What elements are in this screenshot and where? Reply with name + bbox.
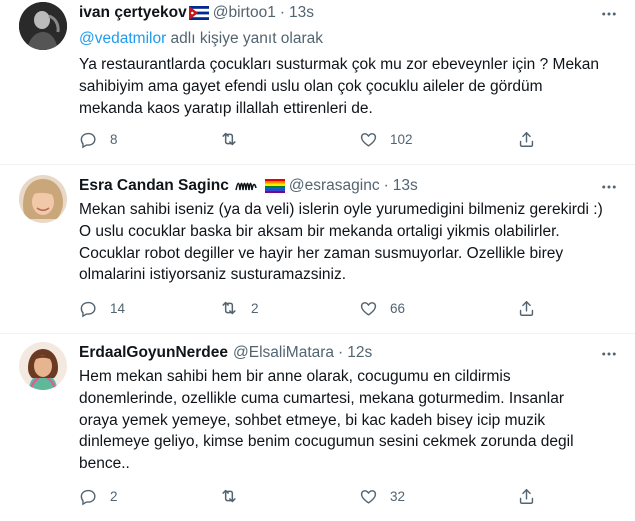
share-icon bbox=[517, 130, 536, 149]
retweet-count: 2 bbox=[251, 300, 259, 316]
display-name[interactable]: Esra Candan Saginc bbox=[79, 177, 229, 195]
avatar[interactable] bbox=[19, 175, 67, 223]
reply-button[interactable]: 2 bbox=[79, 486, 118, 506]
like-button[interactable]: 102 bbox=[359, 129, 413, 149]
avatar-photo bbox=[19, 175, 67, 223]
like-count: 32 bbox=[390, 488, 406, 504]
display-name[interactable]: ErdaalGoyunNerdee bbox=[79, 344, 228, 362]
share-button[interactable] bbox=[517, 486, 536, 506]
like-icon bbox=[359, 130, 378, 149]
share-button[interactable] bbox=[517, 298, 536, 318]
share-button[interactable] bbox=[517, 129, 536, 149]
tweet[interactable]: ErdaalGoyunNerdee @ElsaliMatara · 12s He… bbox=[0, 334, 635, 521]
timestamp[interactable]: 13s bbox=[393, 177, 418, 195]
cuba-flag-icon bbox=[188, 6, 209, 20]
share-icon bbox=[517, 487, 536, 506]
more-options-button[interactable] bbox=[599, 344, 619, 364]
avatar-photo bbox=[19, 2, 67, 50]
tweet-actions: 14 2 66 bbox=[79, 298, 619, 318]
separator-dot: · bbox=[279, 4, 286, 21]
separator-dot: · bbox=[383, 177, 389, 194]
reply-count: 2 bbox=[110, 488, 118, 504]
timestamp[interactable]: 12s bbox=[347, 344, 372, 362]
tweet-text: Ya restaurantlarda çocukları susturmak ç… bbox=[79, 56, 600, 117]
user-handle[interactable]: @ElsaliMatara bbox=[233, 344, 334, 362]
user-handle[interactable]: @esrasaginc bbox=[289, 177, 380, 195]
user-handle[interactable]: @birtoo1 bbox=[213, 4, 276, 22]
reply-count: 14 bbox=[110, 300, 126, 316]
more-options-button[interactable] bbox=[599, 4, 619, 24]
reply-icon bbox=[79, 299, 98, 318]
reply-button[interactable]: 14 bbox=[79, 298, 125, 318]
rainbow-flag-icon bbox=[264, 179, 285, 193]
reply-icon bbox=[79, 130, 98, 149]
tweet-text: Hem mekan sahibi hem bir anne olarak, co… bbox=[79, 368, 574, 473]
like-icon bbox=[359, 299, 378, 318]
retweet-icon bbox=[219, 129, 239, 149]
more-options-button[interactable] bbox=[599, 177, 619, 197]
tweet-actions: 8 102 bbox=[79, 129, 619, 149]
like-icon bbox=[359, 487, 378, 506]
like-count: 102 bbox=[390, 131, 413, 147]
reply-count: 8 bbox=[110, 131, 118, 147]
display-name[interactable]: ivan çertyekov bbox=[79, 4, 187, 22]
more-icon bbox=[600, 178, 618, 196]
retweet-button[interactable]: 2 bbox=[219, 298, 259, 318]
retweet-icon bbox=[219, 486, 239, 506]
handwriting-icon bbox=[235, 182, 257, 191]
avatar[interactable] bbox=[19, 2, 67, 50]
tweet-actions: 2 32 bbox=[79, 486, 619, 506]
avatar[interactable] bbox=[19, 342, 67, 390]
tweet-text: Mekan sahibi iseniz (ya da veli) islerin… bbox=[79, 201, 603, 284]
replying-to-link[interactable]: @vedatmilor bbox=[79, 30, 166, 47]
like-count: 66 bbox=[390, 300, 406, 316]
retweet-button[interactable] bbox=[219, 129, 251, 149]
tweet[interactable]: Esra Candan Saginc @esrasaginc · 13s Mek… bbox=[0, 165, 635, 334]
timestamp[interactable]: 13s bbox=[289, 4, 314, 22]
tweet[interactable]: ivan çertyekov @birtoo1 · 13s @vedatmilo… bbox=[0, 0, 635, 165]
reply-icon bbox=[79, 487, 98, 506]
reply-button[interactable]: 8 bbox=[79, 129, 118, 149]
retweet-icon bbox=[219, 298, 239, 318]
like-button[interactable]: 32 bbox=[359, 486, 405, 506]
more-icon bbox=[600, 345, 618, 363]
replying-to: @vedatmilor adlı kişiye yanıt olarak bbox=[79, 30, 323, 48]
more-icon bbox=[600, 5, 618, 23]
separator-dot: · bbox=[338, 344, 344, 361]
like-button[interactable]: 66 bbox=[359, 298, 405, 318]
avatar-photo bbox=[19, 342, 67, 390]
replying-to-suffix: adlı kişiye yanıt olarak bbox=[166, 30, 324, 47]
retweet-button[interactable] bbox=[219, 486, 251, 506]
share-icon bbox=[517, 299, 536, 318]
